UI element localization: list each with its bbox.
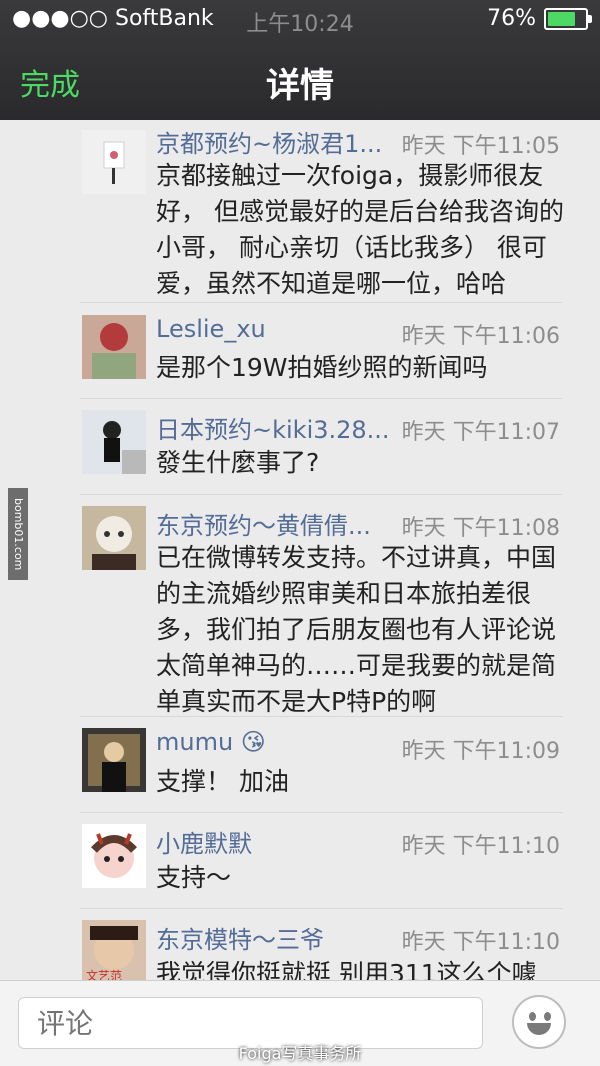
- emoji-eye-icon: [529, 1012, 536, 1021]
- emoji-mouth-icon: [527, 1023, 551, 1035]
- navigation-bar: 完成 详情: [0, 42, 600, 120]
- battery-icon: [544, 7, 592, 30]
- side-tag: bomb01.com: [8, 488, 28, 580]
- emoji-eye-icon: [544, 1012, 551, 1021]
- top-bar: ●●●○○ SoftBank 上午10:24 76% 完成 详情: [0, 0, 600, 120]
- comment-row: [80, 812, 562, 909]
- comment-row: [80, 494, 562, 717]
- comment-row: [80, 398, 562, 495]
- comment-row: [80, 716, 562, 813]
- battery-percent: 76%: [487, 6, 536, 31]
- comment-row: [80, 908, 562, 980]
- watermark: Foiga写真事务所: [238, 1044, 362, 1063]
- comment-row: [80, 302, 562, 399]
- comment-list[interactable]: 京都预约~杨淑君1... 昨天 下午11:05 京都接触过一次foiga，摄影师…: [0, 120, 600, 980]
- page-title: 详情: [266, 66, 334, 106]
- status-bar: ●●●○○ SoftBank 上午10:24 76%: [0, 0, 600, 40]
- comment-row: [80, 120, 562, 303]
